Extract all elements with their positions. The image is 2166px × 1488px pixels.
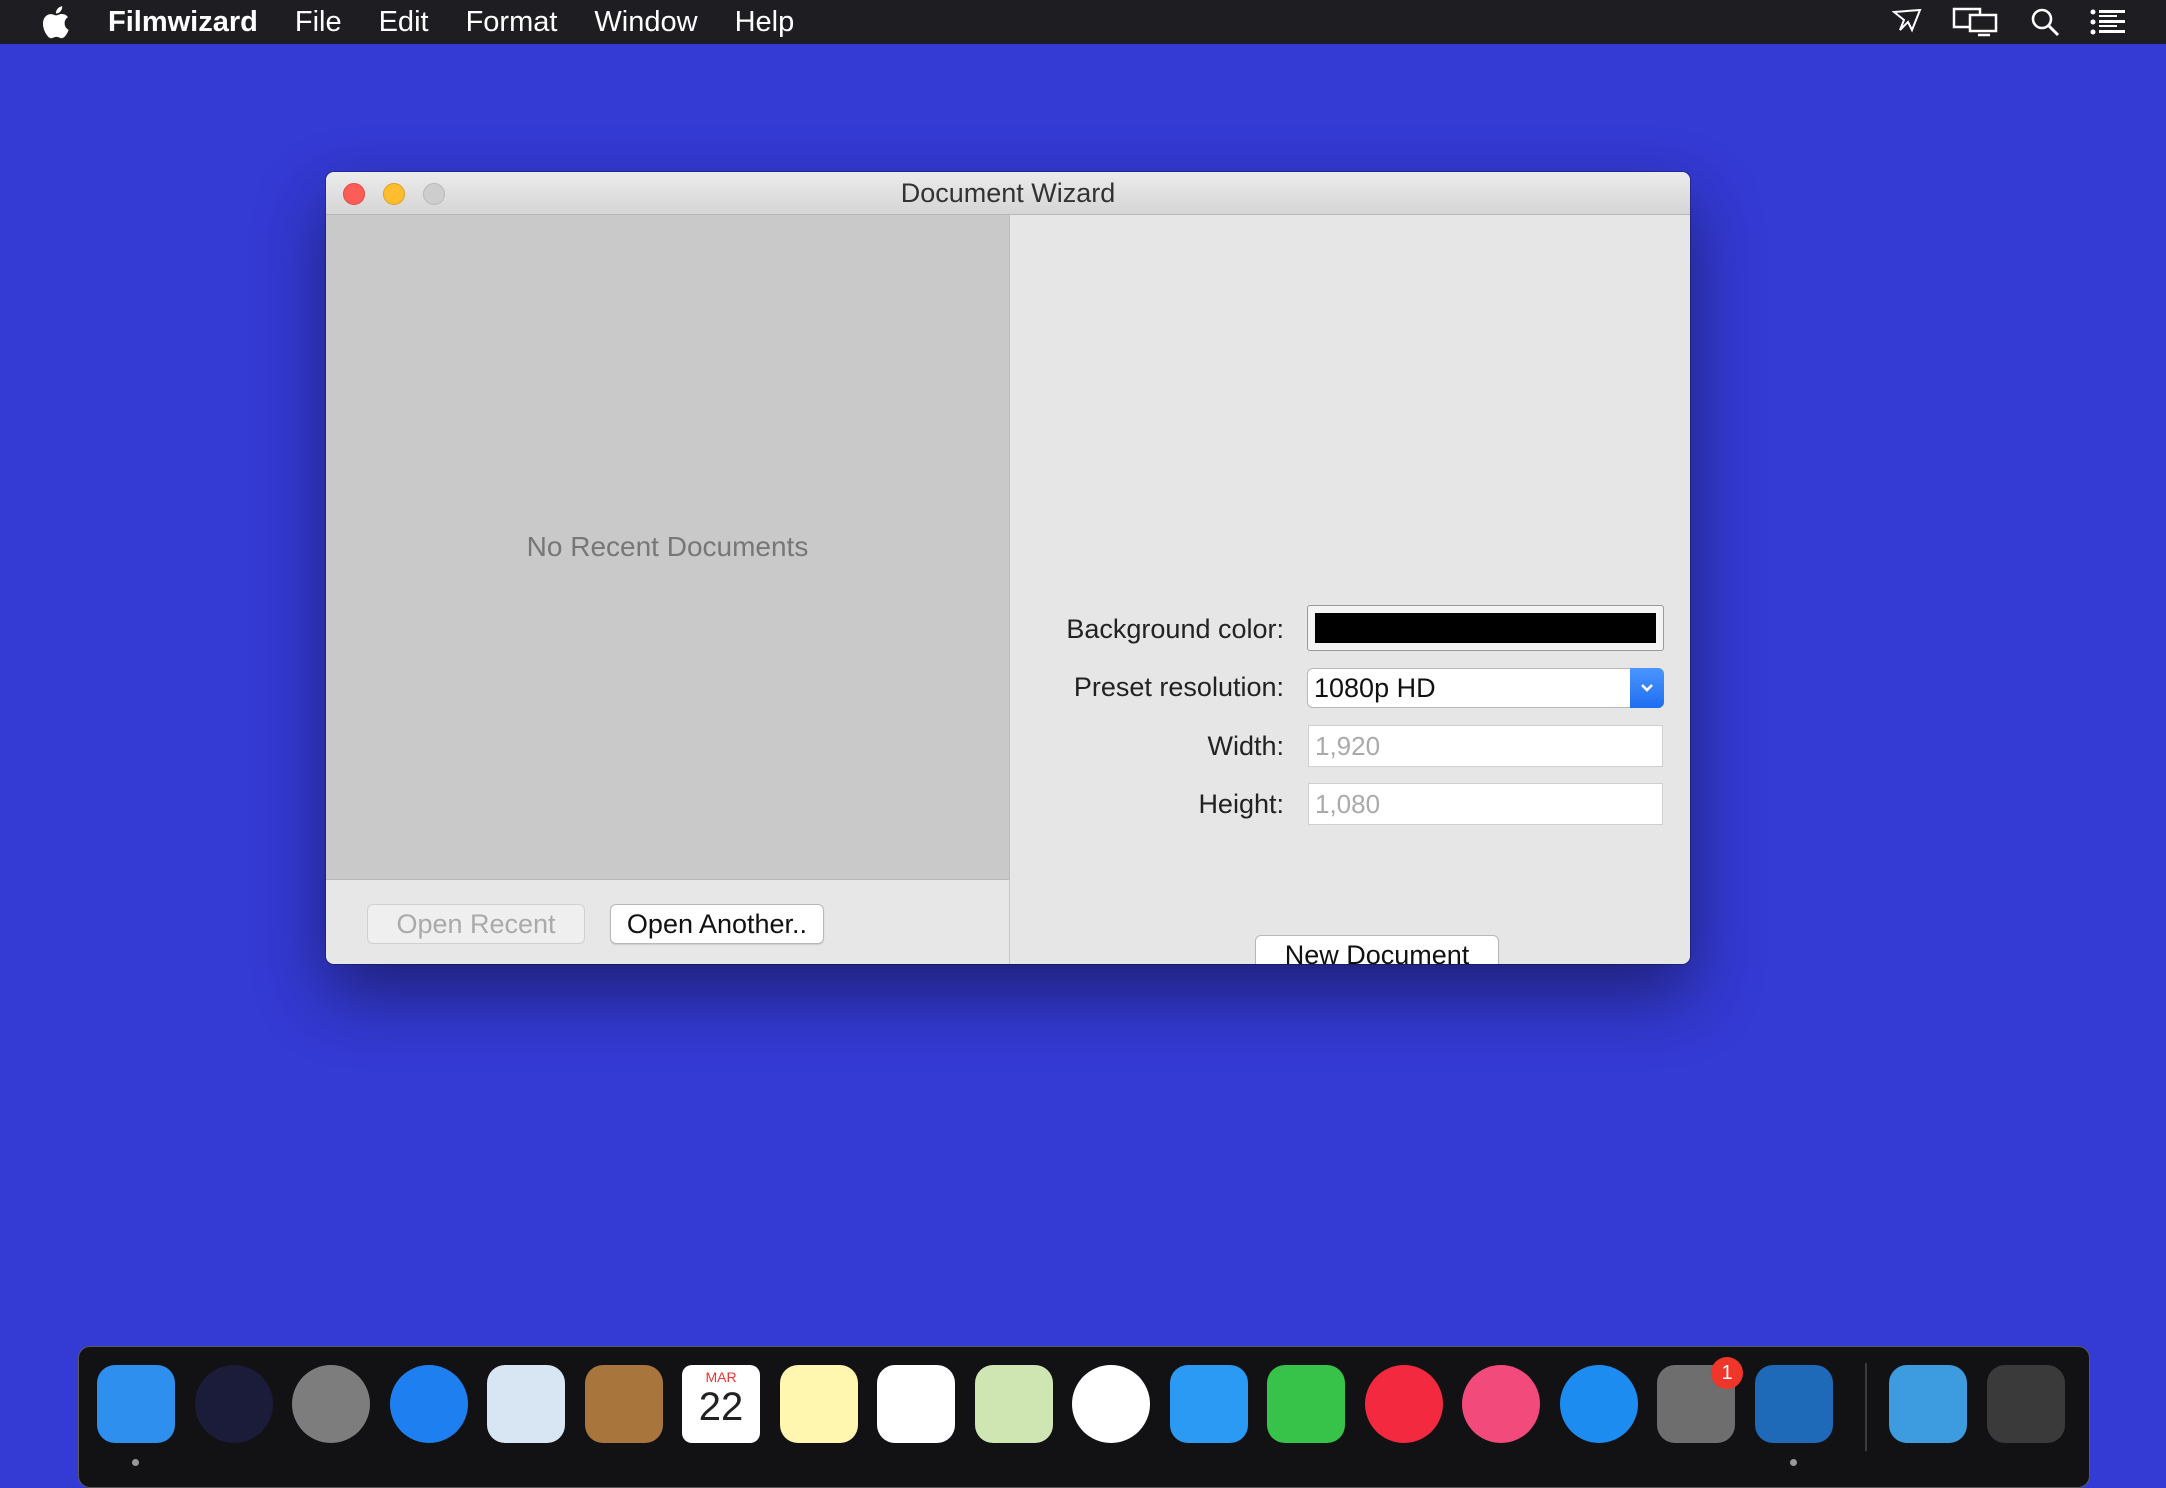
preset-resolution-value: 1080p HD bbox=[1314, 673, 1436, 703]
preset-resolution-label: Preset resolution: bbox=[1073, 672, 1284, 702]
facetime-icon[interactable] bbox=[1267, 1365, 1345, 1443]
new-document-button[interactable]: New Document bbox=[1255, 935, 1499, 964]
recent-documents-footer: Open Recent Open Another.. bbox=[326, 879, 1010, 964]
siri-icon[interactable] bbox=[194, 1365, 273, 1443]
finder-icon[interactable] bbox=[97, 1365, 175, 1443]
calendar-month: MAR bbox=[705, 1369, 737, 1385]
menu-format[interactable]: Format bbox=[466, 6, 558, 39]
menu-bar: Filmwizard File Edit Format Window Help bbox=[0, 0, 2166, 44]
filmwizard-icon[interactable] bbox=[1754, 1365, 1833, 1443]
spotlight-search-icon[interactable] bbox=[2030, 7, 2060, 37]
background-color-label: Background color: bbox=[1066, 614, 1284, 644]
trash-icon[interactable] bbox=[1986, 1365, 2065, 1443]
menu-window[interactable]: Window bbox=[594, 6, 697, 39]
chevron-down-icon[interactable] bbox=[1630, 668, 1664, 708]
window-title: Document Wizard bbox=[900, 178, 1116, 208]
launchpad-icon[interactable] bbox=[292, 1365, 370, 1443]
calendar-icon[interactable]: MAR 22 bbox=[682, 1365, 760, 1443]
maps-icon[interactable] bbox=[974, 1365, 1053, 1443]
no-recent-documents-message: No Recent Documents bbox=[526, 531, 809, 562]
notification-badge: 1 bbox=[1711, 1357, 1743, 1389]
menu-app-name[interactable]: Filmwizard bbox=[108, 6, 258, 39]
downloads-folder-icon[interactable] bbox=[1889, 1365, 1967, 1443]
background-color-swatch bbox=[1315, 613, 1656, 643]
dock-separator bbox=[1865, 1363, 1867, 1451]
notification-center-icon[interactable] bbox=[2090, 9, 2126, 35]
contacts-icon[interactable] bbox=[584, 1365, 663, 1443]
itunes-icon[interactable] bbox=[1462, 1365, 1540, 1443]
news-icon[interactable] bbox=[1364, 1365, 1443, 1443]
height-field[interactable]: 1,080 bbox=[1308, 783, 1663, 825]
new-document-panel: Background color: Preset resolution: 108… bbox=[1010, 215, 1690, 964]
reminders-icon[interactable] bbox=[877, 1365, 955, 1443]
app-store-icon[interactable] bbox=[1559, 1365, 1638, 1443]
apple-menu-icon[interactable] bbox=[40, 4, 70, 40]
safari-icon[interactable] bbox=[389, 1365, 468, 1443]
title-bar[interactable]: Document Wizard bbox=[326, 172, 1690, 215]
airplay-icon[interactable] bbox=[1892, 8, 1922, 36]
open-another-button[interactable]: Open Another.. bbox=[610, 904, 824, 944]
system-preferences-icon[interactable]: 1 bbox=[1657, 1357, 1743, 1443]
menu-edit[interactable]: Edit bbox=[379, 6, 429, 39]
preset-resolution-popup[interactable]: 1080p HD bbox=[1307, 668, 1664, 708]
display-mirroring-icon[interactable] bbox=[1952, 7, 2000, 37]
open-recent-button[interactable]: Open Recent bbox=[367, 904, 585, 944]
width-field[interactable]: 1,920 bbox=[1308, 725, 1663, 767]
document-wizard-window: Document Wizard No Recent Documents Open… bbox=[326, 172, 1690, 964]
calendar-day: 22 bbox=[698, 1385, 744, 1429]
width-label: Width: bbox=[1207, 731, 1284, 761]
dock: MAR 22 1 bbox=[78, 1346, 2090, 1488]
mail-icon[interactable] bbox=[487, 1365, 565, 1443]
messages-icon[interactable] bbox=[1169, 1365, 1248, 1443]
menu-help[interactable]: Help bbox=[735, 6, 795, 39]
running-indicator bbox=[1789, 1459, 1797, 1466]
photos-icon[interactable] bbox=[1072, 1365, 1150, 1443]
background-color-well[interactable] bbox=[1307, 605, 1664, 651]
recent-documents-list[interactable]: No Recent Documents bbox=[326, 215, 1010, 879]
menu-file[interactable]: File bbox=[295, 6, 342, 39]
notes-icon[interactable] bbox=[779, 1365, 858, 1443]
height-label: Height: bbox=[1198, 789, 1284, 819]
running-indicator bbox=[132, 1459, 139, 1466]
